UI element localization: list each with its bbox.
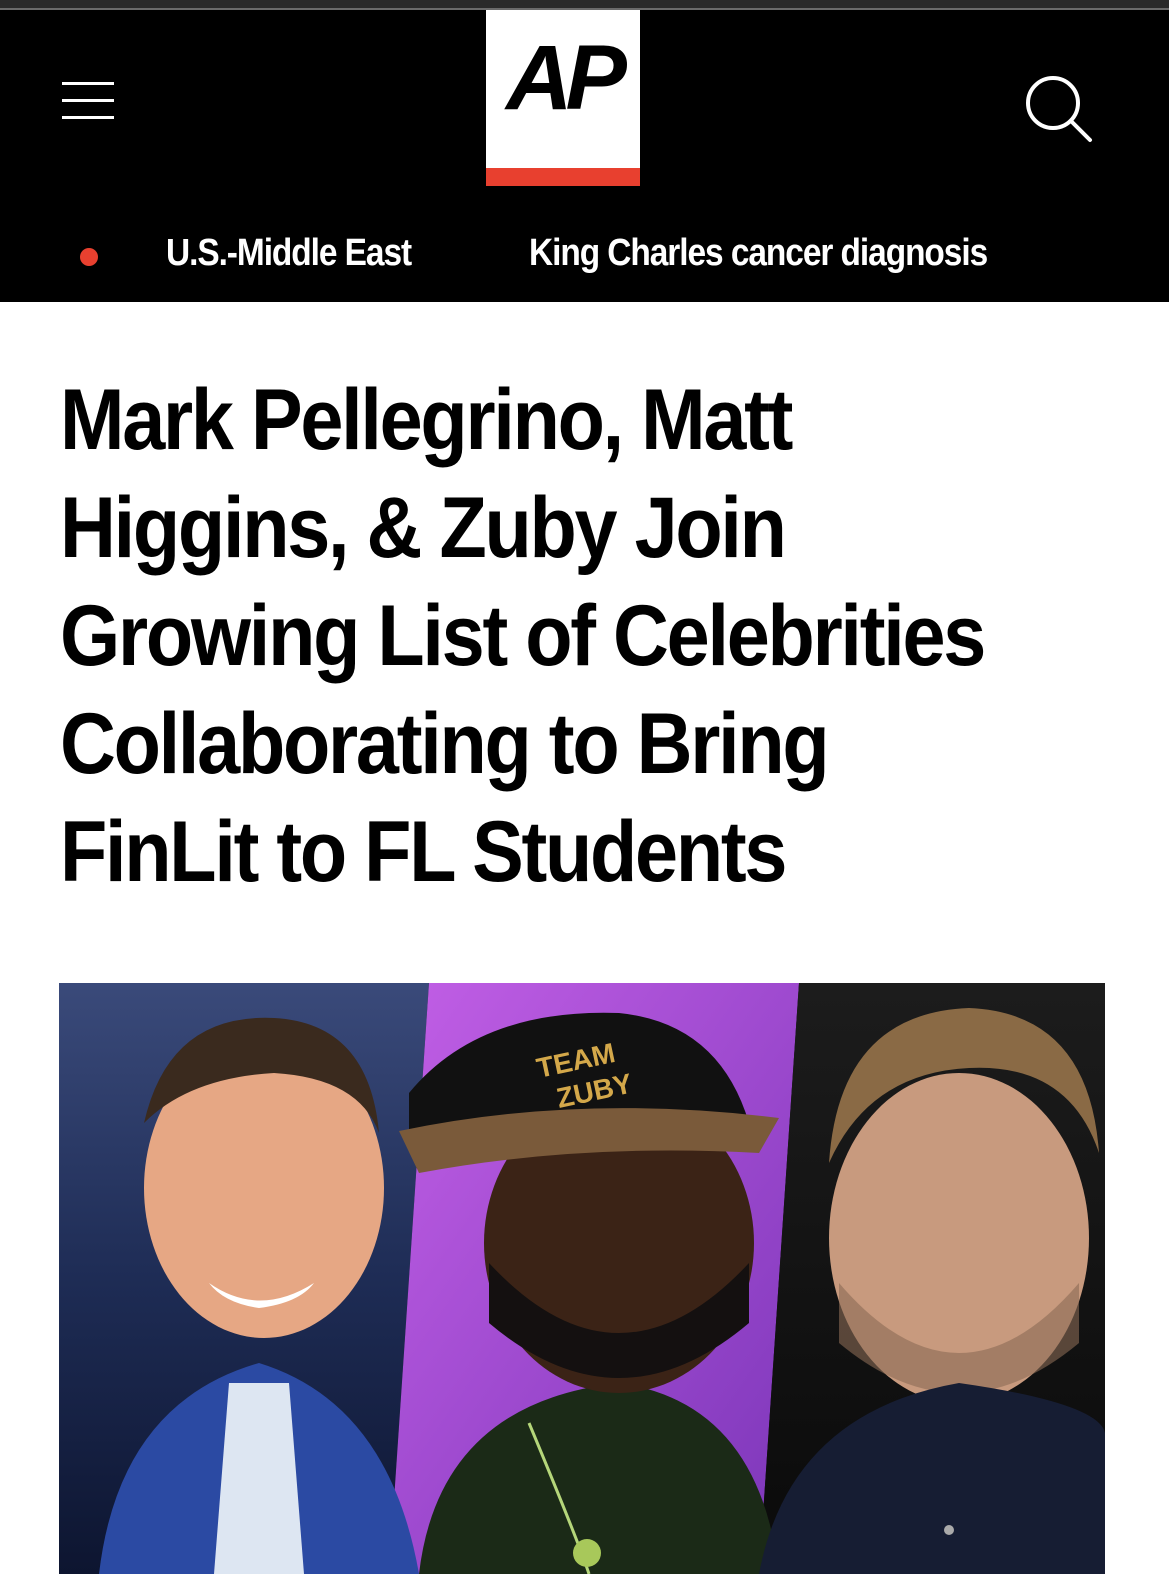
site-header: AP U.S.-Middle East King Charles cancer … xyxy=(0,10,1169,302)
trending-topics-bar: U.S.-Middle East King Charles cancer dia… xyxy=(0,220,1169,290)
ap-logo[interactable]: AP xyxy=(486,10,640,186)
live-dot-icon xyxy=(80,248,98,266)
hero-image[interactable]: TEAM ZUBY xyxy=(59,983,1105,1574)
logo-text: AP xyxy=(506,27,627,129)
trending-link-us-middle-east[interactable]: U.S.-Middle East xyxy=(166,232,412,275)
trending-link-king-charles[interactable]: King Charles cancer diagnosis xyxy=(529,232,988,275)
article-headline: Mark Pellegrino, Matt Higgins, & Zuby Jo… xyxy=(60,372,986,900)
scroll-fade xyxy=(1030,228,1169,288)
logo-red-stripe xyxy=(486,168,640,186)
hamburger-menu-icon[interactable] xyxy=(56,76,120,126)
menu-bar xyxy=(62,82,114,85)
browser-top-edge xyxy=(0,0,1169,10)
menu-bar xyxy=(62,116,114,119)
menu-bar xyxy=(62,99,114,102)
search-icon[interactable] xyxy=(1020,70,1096,146)
